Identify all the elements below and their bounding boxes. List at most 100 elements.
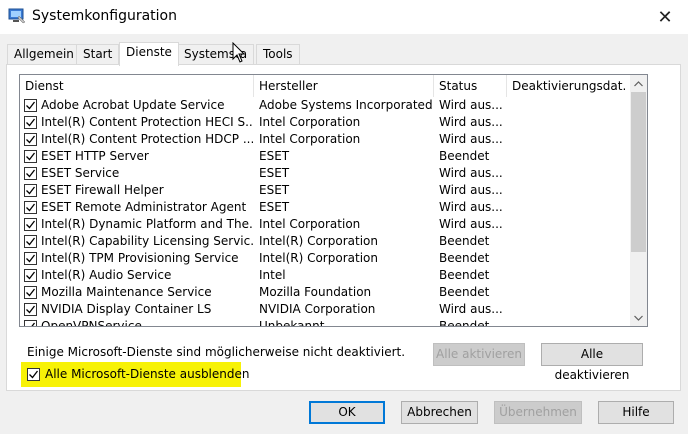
service-checkbox[interactable] [24,133,37,146]
service-checkbox[interactable] [24,235,37,248]
cancel-button[interactable]: Abbrechen [401,401,478,424]
service-name-cell: Mozilla Maintenance Service [41,285,212,299]
service-vendor-cell: Intel(R) Corporation [259,251,378,265]
service-row[interactable]: ESET Firewall Helper ESET Wird aus... [20,182,625,199]
close-button[interactable]: ✕ [642,0,688,34]
service-row[interactable]: ESET Service ESET Wird aus... [20,165,625,182]
disable-all-button[interactable]: Alle deaktivieren [541,343,643,382]
column-header-vendor[interactable]: Hersteller [254,75,434,97]
tab-dienste[interactable]: Dienste [119,42,179,66]
service-row[interactable]: Intel(R) Dynamic Platform and The... Inte… [20,216,625,233]
microsoft-services-notice: Einige Microsoft-Dienste sind möglicherw… [27,345,406,359]
service-row[interactable]: Intel(R) Audio Service Intel Beendet [20,267,625,284]
tab-start[interactable]: Start [76,44,120,65]
service-checkbox[interactable] [24,167,37,180]
hide-microsoft-services-checkbox[interactable] [27,368,40,381]
service-status-cell: Beendet [439,319,490,327]
service-checkbox[interactable] [24,269,37,282]
service-status-cell: Beendet [439,251,490,265]
vertical-scrollbar[interactable] [630,75,647,326]
service-status-cell: Wird aus... [439,200,503,214]
service-vendor-cell: Intel Corporation [259,217,361,231]
service-checkbox[interactable] [24,218,37,231]
service-checkbox[interactable] [24,150,37,163]
service-vendor-cell: ESET [259,166,290,180]
service-name-cell: Intel(R) Audio Service [41,268,172,282]
service-name-cell: NVIDIA Display Container LS [41,302,212,316]
title-bar: Systemkonfiguration ✕ [0,0,688,34]
service-status-cell: Wird aus... [439,166,503,180]
service-status-cell: Wird aus... [439,302,503,316]
service-row[interactable]: ESET Remote Administrator Agent ESET Wird … [20,199,625,216]
service-vendor-cell: ESET [259,183,290,197]
service-vendor-cell: NVIDIA Corporation [259,302,376,316]
hide-microsoft-services-label[interactable]: Alle Microsoft-Dienste ausblenden [45,367,250,381]
service-checkbox[interactable] [24,99,37,112]
column-header-disable-date[interactable]: Deaktivierungsdat... [507,75,625,97]
services-list-rows: Adobe Acrobat Update Service Adobe System… [20,97,625,327]
tab-tools[interactable]: Tools [256,44,300,65]
service-status-cell: Beendet [439,234,490,248]
service-name-cell: OpenVPNService [41,319,142,327]
service-name-cell: Intel(R) TPM Provisioning Service [41,251,239,265]
service-row[interactable]: ESET HTTP Server ESET Beendet [20,148,625,165]
service-name-cell: ESET Firewall Helper [41,183,164,197]
service-name-cell: ESET Remote Administrator Agent [41,200,247,214]
services-tab-panel: Dienst Hersteller Status Deaktivierungsd… [6,64,681,391]
close-icon: ✕ [657,6,673,28]
service-checkbox[interactable] [24,201,37,214]
service-name-cell: Intel(R) Content Protection HECI S... [41,115,253,129]
service-status-cell: Wird aus... [439,98,503,112]
ok-button[interactable]: OK [309,401,385,424]
service-vendor-cell: ESET [259,149,290,163]
service-vendor-cell: Intel Corporation [259,115,361,129]
services-list[interactable]: Dienst Hersteller Status Deaktivierungsd… [19,74,648,327]
service-status-cell: Wird aus... [439,132,503,146]
scroll-down-icon[interactable] [630,309,647,326]
service-name-cell: Intel(R) Capability Licensing Servic... [41,234,253,248]
service-vendor-cell: ESET [259,200,290,214]
service-status-cell: Beendet [439,268,490,282]
tab-allgemein[interactable]: Allgemein [7,44,81,65]
service-status-cell: Wird aus... [439,217,503,231]
enable-all-button[interactable]: Alle aktivieren [433,343,525,366]
service-checkbox[interactable] [24,320,37,326]
service-row[interactable]: OpenVPNService Unbekannt Beendet [20,318,625,327]
service-vendor-cell: Intel(R) Corporation [259,234,378,248]
service-vendor-cell: Unbekannt [259,319,325,327]
hide-microsoft-services-highlight: Alle Microsoft-Dienste ausblenden [21,362,250,387]
msconfig-app-icon [8,8,26,24]
service-vendor-cell: Intel [259,268,286,282]
service-row[interactable]: Intel(R) TPM Provisioning Service Intel(R… [20,250,625,267]
service-row[interactable]: Intel(R) Content Protection HECI S... Int… [20,114,625,131]
scroll-up-icon[interactable] [630,75,647,92]
column-header-service[interactable]: Dienst [20,75,254,97]
service-vendor-cell: Adobe Systems Incorporated [259,98,433,112]
service-row[interactable]: Intel(R) Capability Licensing Servic... I… [20,233,625,250]
services-list-header: Dienst Hersteller Status Deaktivierungsd… [20,75,625,97]
service-status-cell: Beendet [439,149,490,163]
column-header-status[interactable]: Status [434,75,507,97]
service-name-cell: Intel(R) Dynamic Platform and The... [41,217,253,231]
service-name-cell: ESET Service [41,166,120,180]
scrollbar-thumb[interactable] [631,92,646,252]
window-title: Systemkonfiguration [32,8,177,24]
service-name-cell: Adobe Acrobat Update Service [41,98,225,112]
mouse-pointer-icon [232,41,248,64]
service-checkbox[interactable] [24,303,37,316]
service-checkbox[interactable] [24,286,37,299]
service-row[interactable]: Mozilla Maintenance Service Mozilla Found… [20,284,625,301]
service-row[interactable]: NVIDIA Display Container LS NVIDIA Corpor… [20,301,625,318]
help-button[interactable]: Hilfe [598,401,674,424]
service-status-cell: Wird aus... [439,115,503,129]
service-row[interactable]: Adobe Acrobat Update Service Adobe System… [20,97,625,114]
service-checkbox[interactable] [24,252,37,265]
service-status-cell: Beendet [439,285,490,299]
service-vendor-cell: Intel Corporation [259,132,361,146]
service-checkbox[interactable] [24,116,37,129]
service-checkbox[interactable] [24,184,37,197]
apply-button[interactable]: Übernehmen [494,401,582,424]
service-name-cell: Intel(R) Content Protection HDCP ... [41,132,253,146]
service-row[interactable]: Intel(R) Content Protection HDCP ... Inte… [20,131,625,148]
service-name-cell: ESET HTTP Server [41,149,149,163]
